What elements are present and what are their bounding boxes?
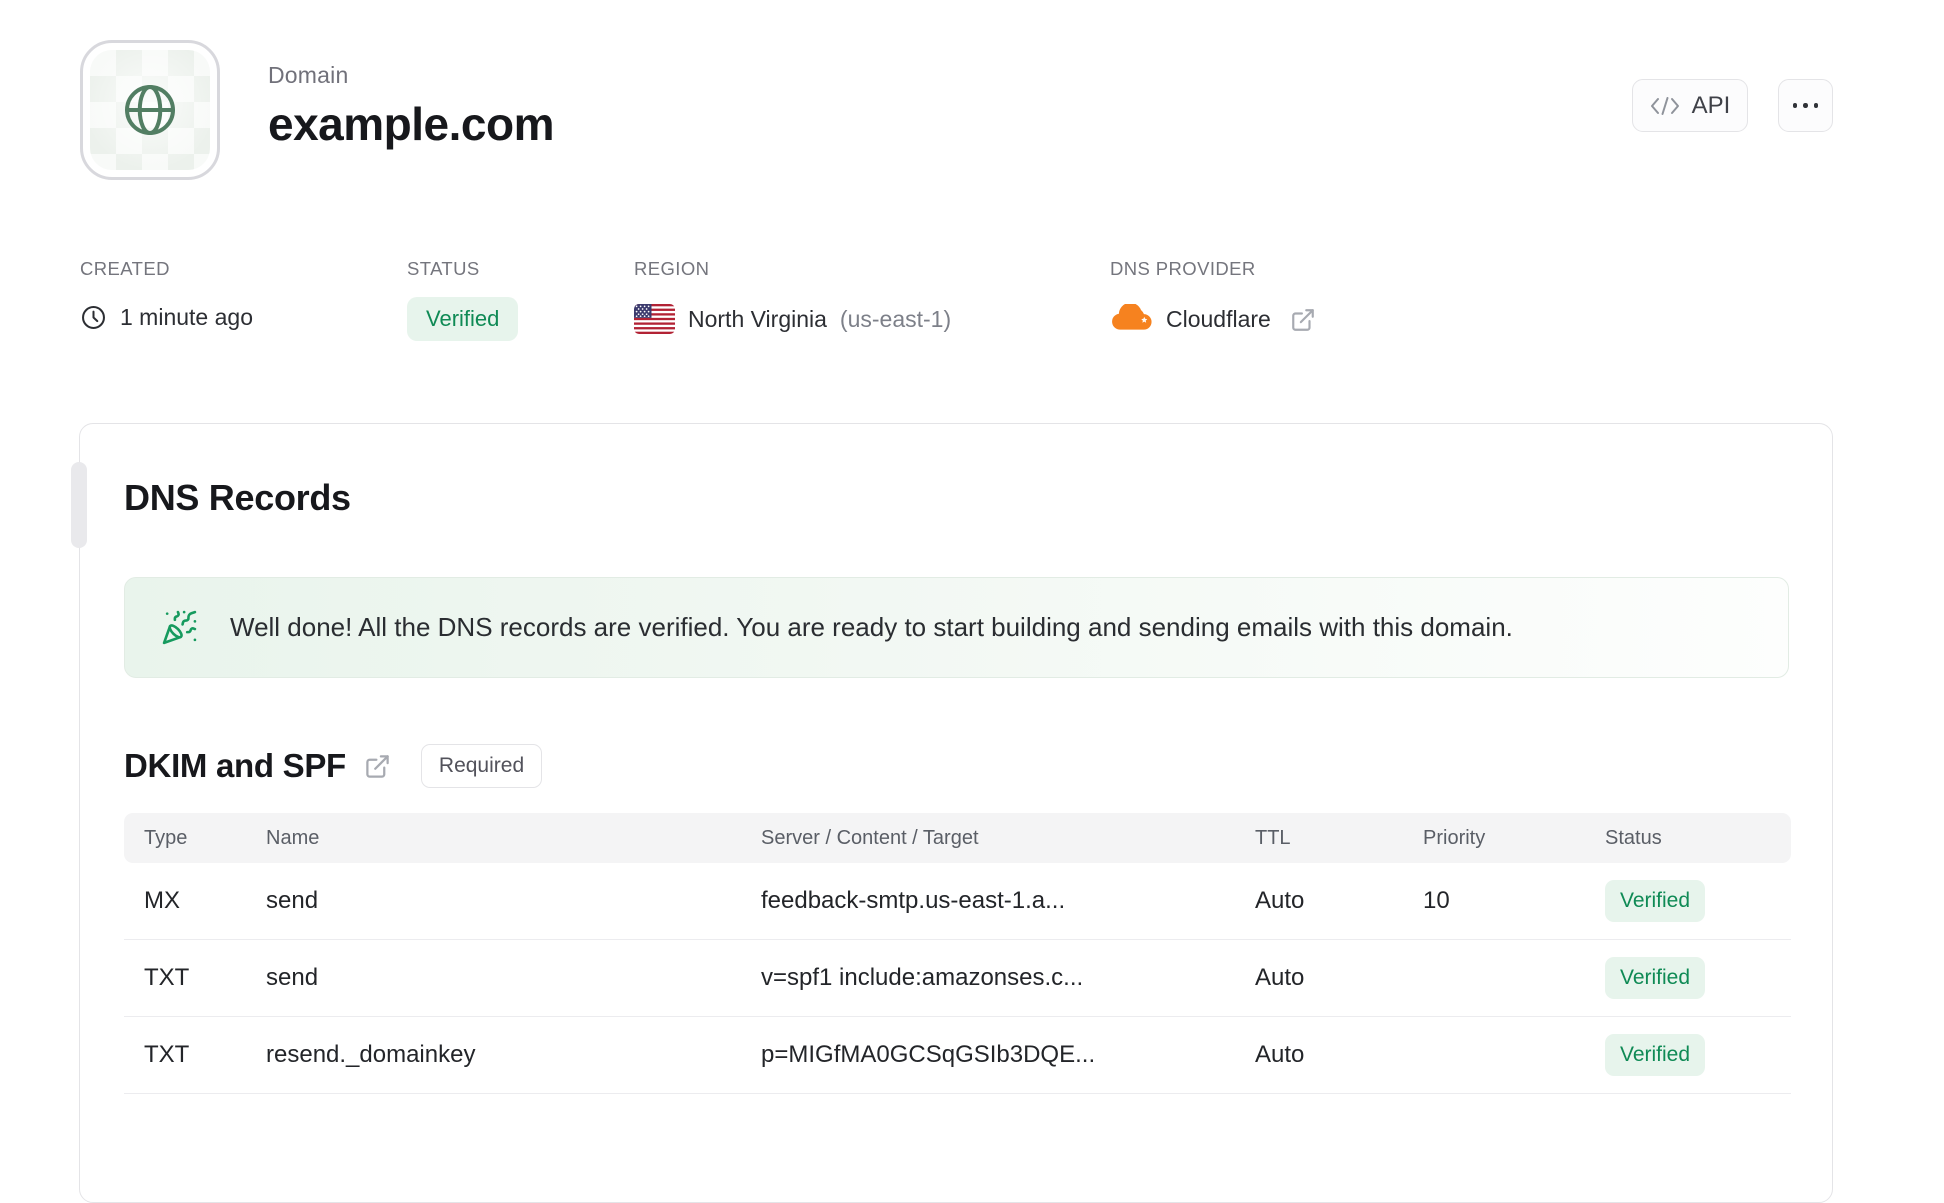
cell-name: send — [266, 887, 319, 914]
api-button[interactable]: API — [1632, 79, 1748, 132]
cell-ttl: Auto — [1255, 887, 1305, 914]
cell-ttl: Auto — [1255, 1041, 1305, 1068]
more-button[interactable] — [1778, 79, 1833, 132]
col-header-ttl: TTL — [1255, 826, 1291, 849]
status-label: STATUS — [407, 258, 480, 279]
globe-icon — [90, 50, 210, 170]
col-header-type: Type — [144, 826, 188, 849]
col-header-priority: Priority — [1423, 826, 1486, 849]
dns-records-title: DNS Records — [124, 477, 351, 518]
meta-created: CREATED 1 minute ago — [80, 258, 253, 331]
dkim-spf-title: DKIM and SPF — [124, 747, 346, 784]
required-badge: Required — [420, 744, 543, 788]
card-left-notch — [71, 462, 87, 548]
verified-badge: Verified — [1605, 880, 1706, 922]
table-header-row: Type Name Server / Content / Target TTL … — [124, 813, 1791, 863]
cell-name: send — [266, 964, 319, 991]
table-row: TXT resend._domainkey p=MIGfMA0GCSqGSIb3… — [124, 1017, 1791, 1094]
dns-provider-label: DNS PROVIDER — [1110, 258, 1256, 279]
dns-provider-value: Cloudflare — [1166, 306, 1271, 332]
dns-records-card: DNS Records Well done! All the DNS recor… — [71, 423, 1833, 1203]
status-badge: Verified — [407, 297, 519, 341]
cell-name: resend._domainkey — [266, 1041, 476, 1068]
cell-type: TXT — [144, 1041, 190, 1068]
cell-type: MX — [144, 887, 180, 914]
cell-content: v=spf1 include:amazonses.c... — [761, 964, 1084, 991]
cloudflare-icon — [1110, 304, 1153, 335]
meta-dns-provider: DNS PROVIDER Cloudflare — [1110, 258, 1316, 335]
api-button-label: API — [1691, 91, 1731, 119]
success-banner-message: Well done! All the DNS records are verif… — [230, 612, 1513, 642]
success-banner: Well done! All the DNS records are verif… — [124, 577, 1789, 678]
us-flag-icon — [634, 304, 675, 334]
domain-avatar — [80, 40, 220, 180]
col-header-status: Status — [1605, 826, 1662, 849]
party-popper-icon — [161, 609, 198, 646]
table-row: TXT send v=spf1 include:amazonses.c... A… — [124, 940, 1791, 1017]
created-label: CREATED — [80, 258, 170, 279]
verified-badge: Verified — [1605, 1034, 1706, 1076]
meta-status: STATUS Verified — [407, 258, 519, 341]
region-label: REGION — [634, 258, 710, 279]
cell-content: p=MIGfMA0GCSqGSIb3DQE... — [761, 1041, 1096, 1068]
ellipsis-icon — [1792, 103, 1819, 108]
created-value: 1 minute ago — [120, 304, 253, 330]
col-header-content: Server / Content / Target — [761, 826, 979, 849]
cloudflare-external-link-icon[interactable] — [1290, 307, 1316, 333]
cell-ttl: Auto — [1255, 964, 1305, 991]
dkim-external-link-icon[interactable] — [364, 753, 391, 780]
clock-icon — [80, 304, 107, 331]
region-value: North Virginia — [688, 305, 827, 332]
region-code: (us-east-1) — [839, 305, 952, 332]
page-title: example.com — [268, 98, 554, 150]
meta-region: REGION North Virginia (us-east-1) — [634, 258, 951, 334]
code-icon — [1650, 94, 1680, 118]
dns-records-table: Type Name Server / Content / Target TTL … — [124, 813, 1791, 1094]
col-header-name: Name — [266, 826, 320, 849]
verified-badge: Verified — [1605, 957, 1706, 999]
cell-content: feedback-smtp.us-east-1.a... — [761, 887, 1066, 914]
page-eyebrow: Domain — [268, 62, 349, 88]
cell-priority: 10 — [1423, 887, 1450, 914]
table-row: MX send feedback-smtp.us-east-1.a... Aut… — [124, 863, 1791, 940]
cell-type: TXT — [144, 964, 190, 991]
